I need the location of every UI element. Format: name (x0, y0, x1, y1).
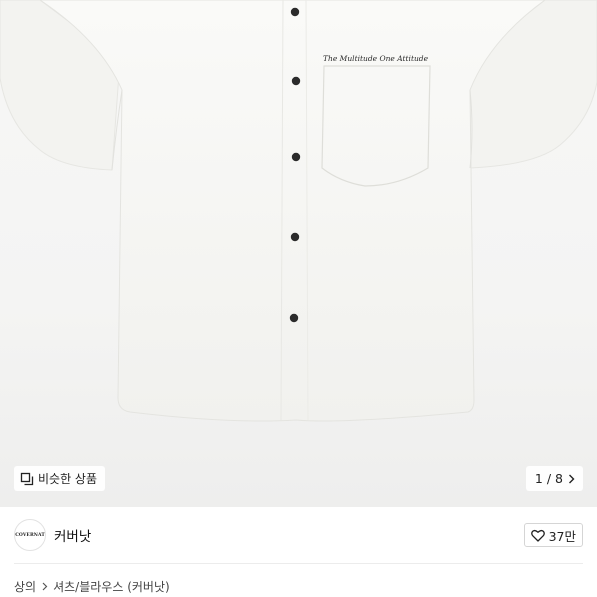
image-pager[interactable]: 1 / 8 (525, 466, 583, 491)
chevron-right-icon (569, 474, 575, 483)
brand-row: COVERNAT 커버낫 37만 (0, 507, 597, 563)
breadcrumb-category[interactable]: 상의 (14, 578, 36, 595)
breadcrumb-subcategory[interactable]: 셔츠/블라우스 (커버낫) (53, 578, 170, 595)
similar-items-icon (20, 472, 34, 485)
like-button[interactable]: 37만 (523, 523, 583, 547)
divider (14, 563, 583, 564)
chevron-right-icon (42, 582, 48, 591)
similar-products-button[interactable]: 비슷한 상품 (14, 466, 106, 491)
brand-name[interactable]: 커버낫 (54, 525, 91, 545)
similar-products-label: 비슷한 상품 (38, 472, 98, 486)
pager-counter: 1 / 8 (534, 471, 563, 486)
brand-avatar[interactable]: COVERNAT (14, 519, 46, 551)
breadcrumb: 상의 셔츠/블라우스 (커버낫) (14, 578, 170, 595)
brand-logo: COVERNAT (15, 532, 45, 538)
product-image: The Multitude One Attitude (0, 0, 597, 422)
like-count: 37만 (548, 528, 576, 544)
heart-icon (530, 529, 545, 542)
embroidery-text: The Multitude One Attitude (323, 54, 429, 63)
product-image-gallery[interactable]: The Multitude One Attitude 비슷한 상품 1 / 8 (0, 0, 597, 507)
